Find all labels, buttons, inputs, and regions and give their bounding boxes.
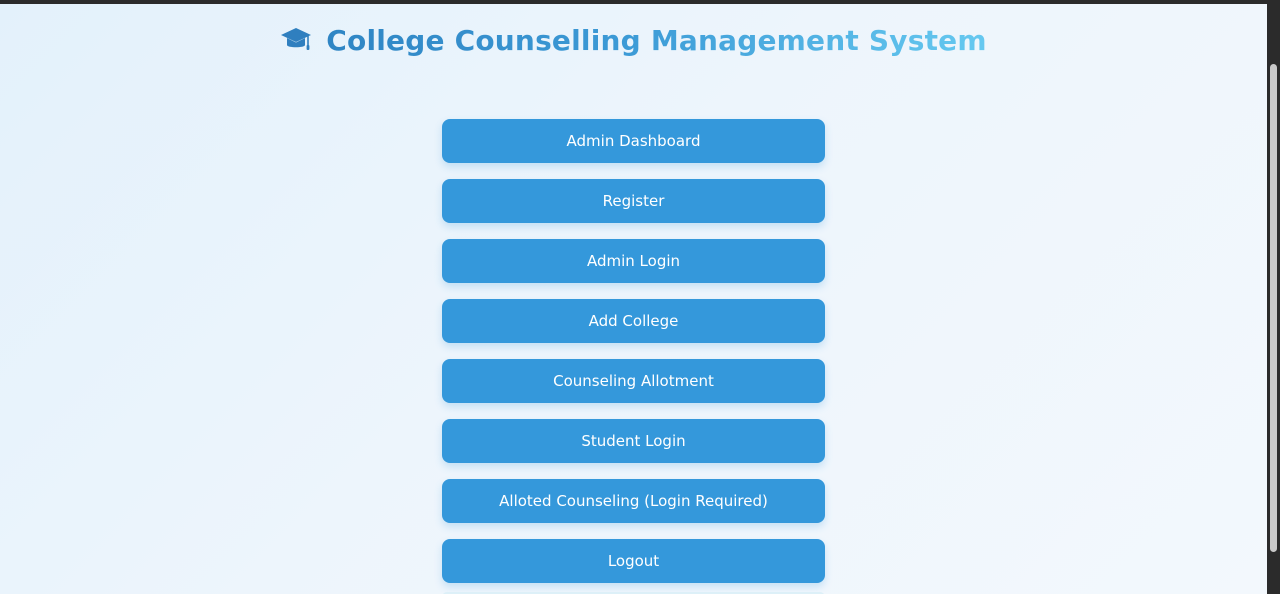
logout-button[interactable]: Logout (442, 539, 825, 583)
admin-dashboard-button[interactable]: Admin Dashboard (442, 119, 825, 163)
student-login-button[interactable]: Student Login (442, 419, 825, 463)
page-viewport: College Counselling Management System Ad… (0, 4, 1267, 594)
add-college-button[interactable]: Add College (442, 299, 825, 343)
page-header: College Counselling Management System (0, 18, 1267, 62)
counseling-allotment-button[interactable]: Counseling Allotment (442, 359, 825, 403)
alloted-counseling-button[interactable]: Alloted Counseling (Login Required) (442, 479, 825, 523)
page-title: College Counselling Management System (326, 23, 987, 57)
admin-login-button[interactable]: Admin Login (442, 239, 825, 283)
register-button[interactable]: Register (442, 179, 825, 223)
graduation-cap-icon (281, 28, 312, 50)
scrollbar-thumb[interactable] (1270, 64, 1277, 552)
main-menu: Admin Dashboard Register Admin Login Add… (442, 119, 825, 594)
